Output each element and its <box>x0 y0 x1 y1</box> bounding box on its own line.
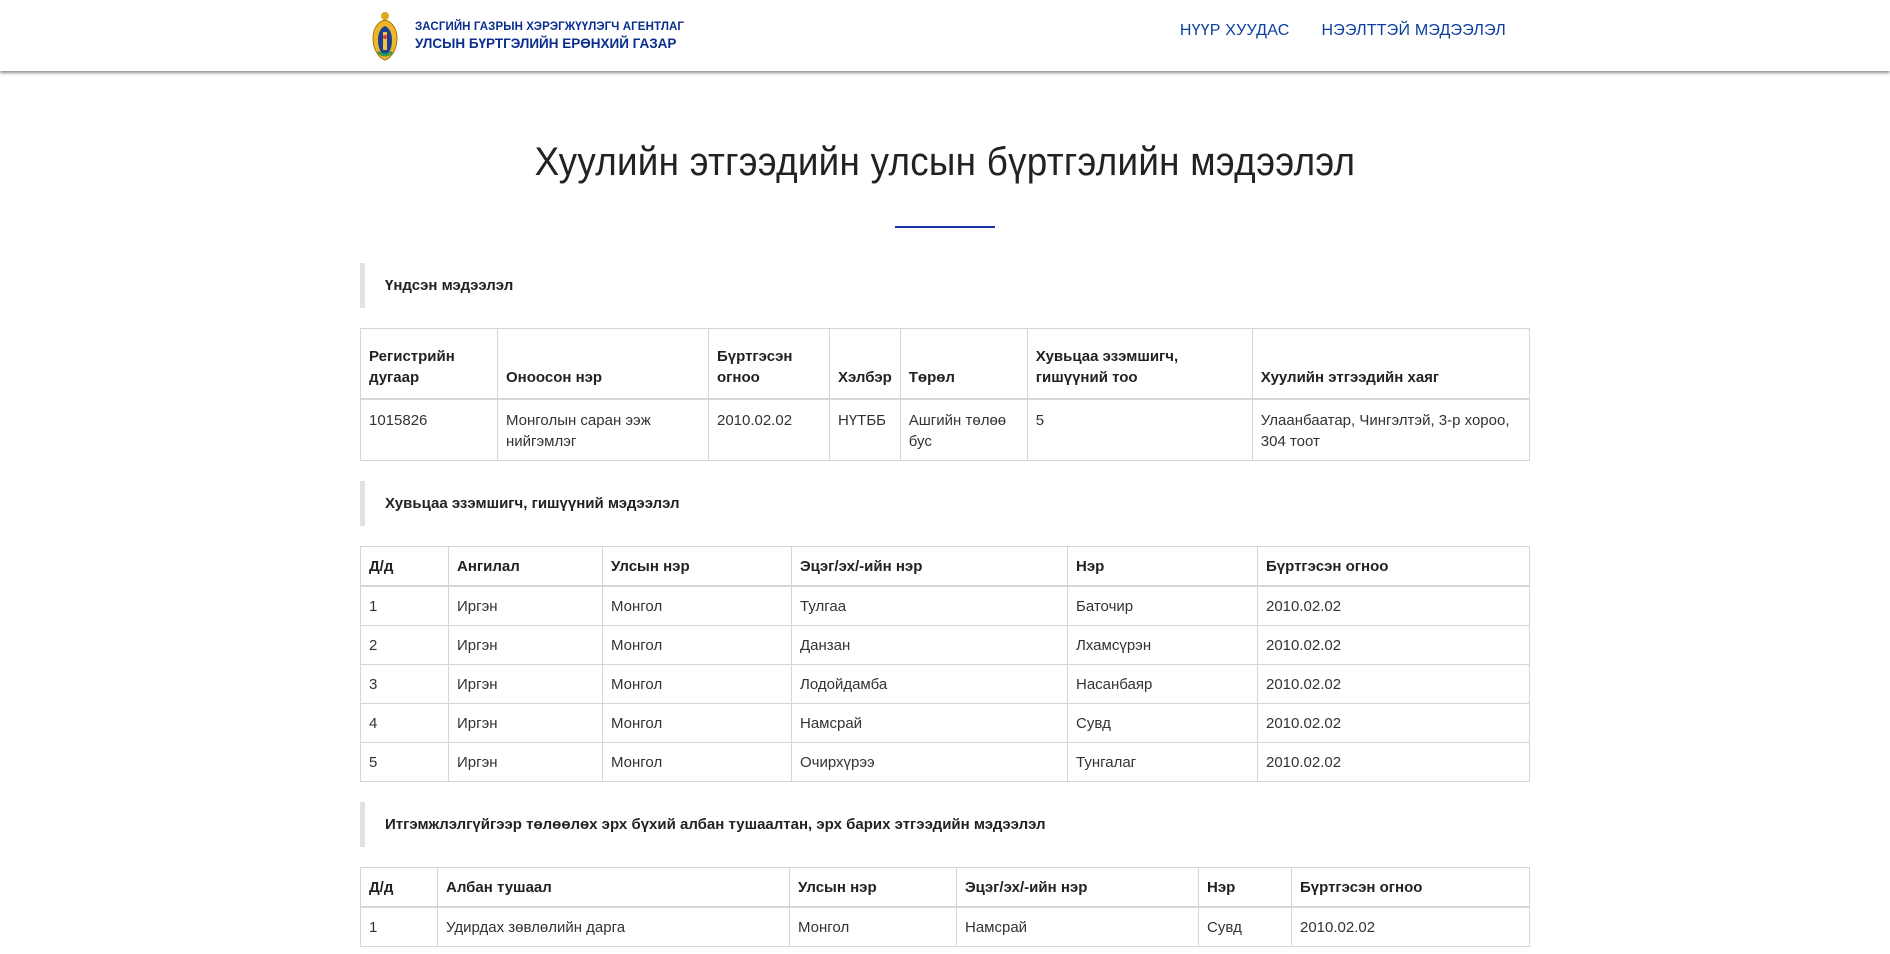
col-header-name: Оноосон нэр <box>497 328 709 400</box>
col-header-member-count: Хувьцаа эзэмшигч, гишүүний тоо <box>1026 328 1253 400</box>
table-row: 1 Иргэн Монгол Тулгаа Баточир 2010.02.02 <box>360 585 1530 626</box>
cell-registered-date: 2010.02.02 <box>1257 742 1530 782</box>
cell-registered-date: 2010.02.02 <box>1291 906 1530 947</box>
table-row: 1 Удирдах зөвлөлийн дарга Монгол Намсрай… <box>360 906 1530 947</box>
cell-parent-name: Лодойдамба <box>791 664 1068 704</box>
section-heading-officials: Итгэмжлэлгүйгээр төлөөлөх эрх бүхий алба… <box>360 802 1530 847</box>
cell-country: Монгол <box>789 906 957 947</box>
section-heading-basic: Үндсэн мэдээлэл <box>360 263 1530 308</box>
cell-given-name: Сувд <box>1198 906 1292 947</box>
cell-category: Иргэн <box>448 742 603 782</box>
cell-category: Иргэн <box>448 703 603 743</box>
cell-given-name: Сувд <box>1067 703 1258 743</box>
col-header-type: Төрөл <box>899 328 1028 400</box>
col-header-address: Хуулийн этгээдийн хаяг <box>1251 328 1531 400</box>
cell-registered-date: 2010.02.02 <box>1257 625 1530 665</box>
cell-registered-date: 2010.02.02 <box>708 398 830 461</box>
cell-parent-name: Намсрай <box>956 906 1199 947</box>
main-content: Хуулийн этгээдийн улсын бүртгэлийн мэдээ… <box>360 137 1531 947</box>
table-header-row: Д/д Албан тушаал Улсын нэр Эцэг/эх/-ийн … <box>360 867 1530 908</box>
cell-index: 4 <box>360 703 449 743</box>
top-navbar: ЗАСГИЙН ГАЗРЫН ХЭРЭГЖҮҮЛЭГЧ АГЕНТЛАГ УЛС… <box>0 0 1890 71</box>
cell-register-number: 1015826 <box>360 398 498 461</box>
members-table: Д/д Ангилал Улсын нэр Эцэг/эх/-ийн нэр Н… <box>360 546 1530 782</box>
col-header-country: Улсын нэр <box>602 546 792 587</box>
state-emblem-icon <box>372 12 398 61</box>
nav-home-link[interactable]: НҮҮР ХУУДАС <box>1180 22 1290 40</box>
table-row: 3 Иргэн Монгол Лодойдамба Насанбаяр 2010… <box>360 664 1530 704</box>
col-header-registered-date: Бүртгэсэн огноо <box>708 328 830 400</box>
cell-country: Монгол <box>602 742 792 782</box>
brand-logo-link[interactable]: ЗАСГИЙН ГАЗРЫН ХЭРЭГЖҮҮЛЭГЧ АГЕНТЛАГ УЛС… <box>369 10 684 62</box>
section-heading-members: Хувьцаа эзэмшигч, гишүүний мэдээлэл <box>360 481 1530 526</box>
cell-given-name: Лхамсүрэн <box>1067 625 1258 665</box>
cell-index: 1 <box>360 906 438 947</box>
cell-index: 1 <box>360 585 449 626</box>
table-row: 2 Иргэн Монгол Данзан Лхамсүрэн 2010.02.… <box>360 625 1530 665</box>
cell-type: Ашгийн төлөө бус <box>899 398 1028 461</box>
table-header-row: Д/д Ангилал Улсын нэр Эцэг/эх/-ийн нэр Н… <box>360 546 1530 587</box>
cell-index: 3 <box>360 664 449 704</box>
col-header-country: Улсын нэр <box>789 867 957 908</box>
cell-parent-name: Намсрай <box>791 703 1068 743</box>
cell-parent-name: Данзан <box>791 625 1068 665</box>
cell-category: Иргэн <box>448 585 603 626</box>
table-row: 4 Иргэн Монгол Намсрай Сувд 2010.02.02 <box>360 703 1530 743</box>
table-row: 5 Иргэн Монгол Очирхүрээ Тунгалаг 2010.0… <box>360 742 1530 782</box>
col-header-given-name: Нэр <box>1198 867 1292 908</box>
cell-country: Монгол <box>602 703 792 743</box>
cell-country: Монгол <box>602 625 792 665</box>
title-divider <box>895 226 995 228</box>
page-title: Хуулийн этгээдийн улсын бүртгэлийн мэдээ… <box>534 140 1356 184</box>
officials-table: Д/д Албан тушаал Улсын нэр Эцэг/эх/-ийн … <box>360 867 1530 947</box>
col-header-parent-name: Эцэг/эх/-ийн нэр <box>791 546 1068 587</box>
nav-open-data-link[interactable]: НЭЭЛТТЭЙ МЭДЭЭЛЭЛ <box>1322 22 1507 40</box>
col-header-index: Д/д <box>360 546 449 587</box>
cell-parent-name: Тулгаа <box>791 585 1068 626</box>
cell-country: Монгол <box>602 664 792 704</box>
cell-country: Монгол <box>602 585 792 626</box>
cell-registered-date: 2010.02.02 <box>1257 703 1530 743</box>
basic-info-table: Регистрийн дугаар Оноосон нэр Бүртгэсэн … <box>360 328 1531 461</box>
cell-parent-name: Очирхүрээ <box>791 742 1068 782</box>
main-nav: НҮҮР ХУУДАС НЭЭЛТТЭЙ МЭДЭЭЛЭЛ <box>1180 22 1506 40</box>
cell-category: Иргэн <box>448 625 603 665</box>
table-header-row: Регистрийн дугаар Оноосон нэр Бүртгэсэн … <box>360 328 1531 400</box>
cell-form: НҮТББ <box>829 398 901 461</box>
col-header-registered-date: Бүртгэсэн огноо <box>1291 867 1530 908</box>
col-header-position: Албан тушаал <box>437 867 790 908</box>
cell-position: Удирдах зөвлөлийн дарга <box>437 906 790 947</box>
table-row: 1015826 Монголын саран ээж нийгэмлэг 201… <box>360 398 1531 461</box>
cell-member-count: 5 <box>1026 398 1253 461</box>
col-header-register-number: Регистрийн дугаар <box>360 328 498 400</box>
agency-line2: УЛСЫН БҮРТГЭЛИЙН ЕРӨНХИЙ ГАЗАР <box>415 36 677 51</box>
agency-line1: ЗАСГИЙН ГАЗРЫН ХЭРЭГЖҮҮЛЭГЧ АГЕНТЛАГ <box>415 21 685 33</box>
cell-given-name: Баточир <box>1067 585 1258 626</box>
col-header-given-name: Нэр <box>1067 546 1258 587</box>
cell-category: Иргэн <box>448 664 603 704</box>
cell-registered-date: 2010.02.02 <box>1257 664 1530 704</box>
col-header-registered-date: Бүртгэсэн огноо <box>1257 546 1530 587</box>
col-header-form: Хэлбэр <box>829 328 901 400</box>
col-header-parent-name: Эцэг/эх/-ийн нэр <box>956 867 1199 908</box>
brand-text: ЗАСГИЙН ГАЗРЫН ХЭРЭГЖҮҮЛЭГЧ АГЕНТЛАГ УЛС… <box>415 19 684 53</box>
col-header-index: Д/д <box>360 867 438 908</box>
cell-name: Монголын саран ээж нийгэмлэг <box>497 398 709 461</box>
cell-given-name: Тунгалаг <box>1067 742 1258 782</box>
col-header-category: Ангилал <box>448 546 603 587</box>
cell-address: Улаанбаатар, Чингэлтэй, 3-р хороо, 304 т… <box>1251 398 1531 461</box>
cell-registered-date: 2010.02.02 <box>1257 585 1530 626</box>
cell-index: 5 <box>360 742 449 782</box>
cell-given-name: Насанбаяр <box>1067 664 1258 704</box>
cell-index: 2 <box>360 625 449 665</box>
